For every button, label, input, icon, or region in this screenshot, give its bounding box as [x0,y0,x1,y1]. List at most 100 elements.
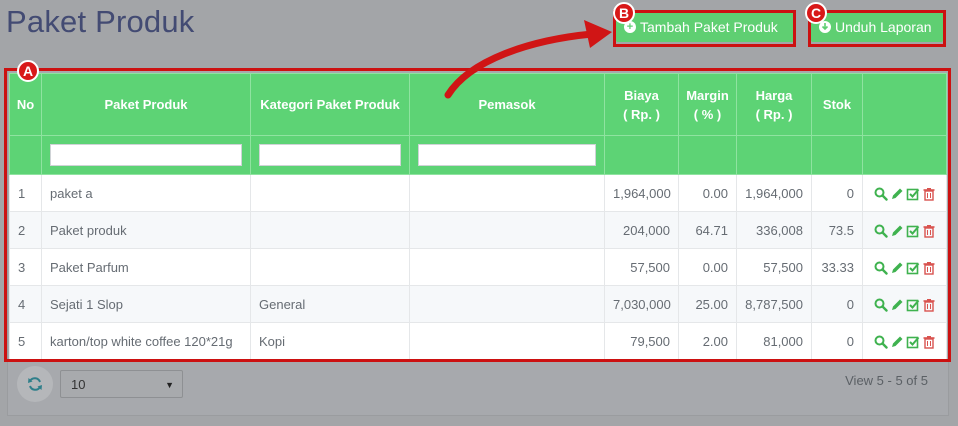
add-package-button[interactable]: + Tambah Paket Produk [616,12,794,42]
check-square-icon[interactable] [905,296,921,312]
row-actions [862,211,947,249]
row-package: paket a [41,174,251,212]
pencil-icon[interactable] [889,222,905,237]
row-price: 8,787,500 [736,285,812,323]
filter-cell-actions [862,135,947,175]
filter-cell-stock [811,135,863,175]
trash-icon[interactable] [921,259,937,275]
row-package: Paket produk [41,211,251,249]
trash-icon[interactable] [921,222,937,238]
row-supplier [409,174,605,212]
caret-down-icon: ▼ [165,380,174,390]
table-row[interactable]: 2 Paket produk 204,000 64.71 336,008 73.5 [9,211,947,249]
trash-icon[interactable] [921,296,937,312]
row-supplier [409,285,605,323]
filter-package-input[interactable] [50,144,242,166]
pencil-icon[interactable] [889,185,905,200]
col-cost-unit: ( Rp. ) [623,106,660,122]
row-package: Paket Parfum [41,248,251,286]
row-no: 2 [9,211,42,249]
row-actions [862,174,947,212]
col-supplier[interactable]: Pemasok [409,73,605,136]
annotation-badge-b: B [613,2,635,24]
col-cost[interactable]: Biaya ( Rp. ) [604,73,679,136]
add-package-label: Tambah Paket Produk [640,19,778,35]
col-margin[interactable]: Margin ( % ) [678,73,737,136]
row-price: 336,008 [736,211,812,249]
col-package[interactable]: Paket Produk [41,73,251,136]
row-price: 57,500 [736,248,812,286]
filter-cell-margin [678,135,737,175]
filter-category-input[interactable] [259,144,401,166]
filter-cell-price [736,135,812,175]
annotation-badge-a: A [17,60,39,82]
row-margin: 0.00 [678,174,737,212]
col-no[interactable]: No [9,73,42,136]
filter-cell-package [41,135,251,175]
col-price[interactable]: Harga ( Rp. ) [736,73,812,136]
row-price: 1,964,000 [736,174,812,212]
download-report-button[interactable]: Unduh Laporan [811,12,943,42]
search-icon[interactable] [873,259,889,275]
row-cost: 7,030,000 [604,285,679,323]
row-no: 1 [9,174,42,212]
check-square-icon[interactable] [905,333,921,349]
row-no: 3 [9,248,42,286]
col-margin-label: Margin [686,87,729,103]
filter-cell-category [250,135,410,175]
col-category[interactable]: Kategori Paket Produk [250,73,410,136]
row-category [250,211,410,249]
row-package: karton/top white coffee 120*21g [41,322,251,360]
table-row[interactable]: 5 karton/top white coffee 120*21g Kopi 79,5… [9,322,947,360]
filter-row [9,135,947,175]
pencil-icon[interactable] [889,333,905,348]
col-cost-label: Biaya [624,87,659,103]
row-margin: 2.00 [678,322,737,360]
row-category: Kopi [250,322,410,360]
filter-supplier-input[interactable] [418,144,596,166]
row-supplier [409,248,605,286]
search-icon[interactable] [873,185,889,201]
row-no: 5 [9,322,42,360]
check-square-icon[interactable] [905,222,921,238]
filter-cell-cost [604,135,679,175]
trash-icon[interactable] [921,185,937,201]
refresh-icon [28,377,42,391]
table-row[interactable]: 1 paket a 1,964,000 0.00 1,964,000 0 [9,174,947,212]
row-stock: 73.5 [811,211,863,249]
row-category: General [250,285,410,323]
col-price-unit: ( Rp. ) [755,106,793,122]
pencil-icon[interactable] [889,259,905,274]
package-table: No Paket Produk Kategori Paket Produk Pe… [9,73,947,360]
search-icon[interactable] [873,333,889,349]
row-category [250,248,410,286]
table-row[interactable]: 3 Paket Parfum 57,500 0.00 57,500 33.33 [9,248,947,286]
row-price: 81,000 [736,322,812,360]
row-actions [862,322,947,360]
page-size-select[interactable]: 10 ▼ [60,370,183,398]
filter-cell-supplier [409,135,605,175]
col-margin-unit: ( % ) [693,106,722,122]
row-cost: 1,964,000 [604,174,679,212]
row-margin: 25.00 [678,285,737,323]
row-margin: 0.00 [678,248,737,286]
refresh-button[interactable] [17,366,53,402]
row-cost: 57,500 [604,248,679,286]
search-icon[interactable] [873,296,889,312]
row-no: 4 [9,285,42,323]
row-margin: 64.71 [678,211,737,249]
row-supplier [409,211,605,249]
page-size-value: 10 [71,376,86,392]
check-square-icon[interactable] [905,185,921,201]
pencil-icon[interactable] [889,296,905,311]
table-row[interactable]: 4 Sejati 1 Slop General 7,030,000 25.00 8,787… [9,285,947,323]
page-title: Paket Produk [6,4,195,39]
check-square-icon[interactable] [905,259,921,275]
row-supplier [409,322,605,360]
search-icon[interactable] [873,222,889,238]
filter-cell-no [9,135,42,175]
header-row: No Paket Produk Kategori Paket Produk Pe… [9,73,947,136]
row-stock: 0 [811,174,863,212]
col-stock[interactable]: Stok [811,73,863,136]
trash-icon[interactable] [921,333,937,349]
